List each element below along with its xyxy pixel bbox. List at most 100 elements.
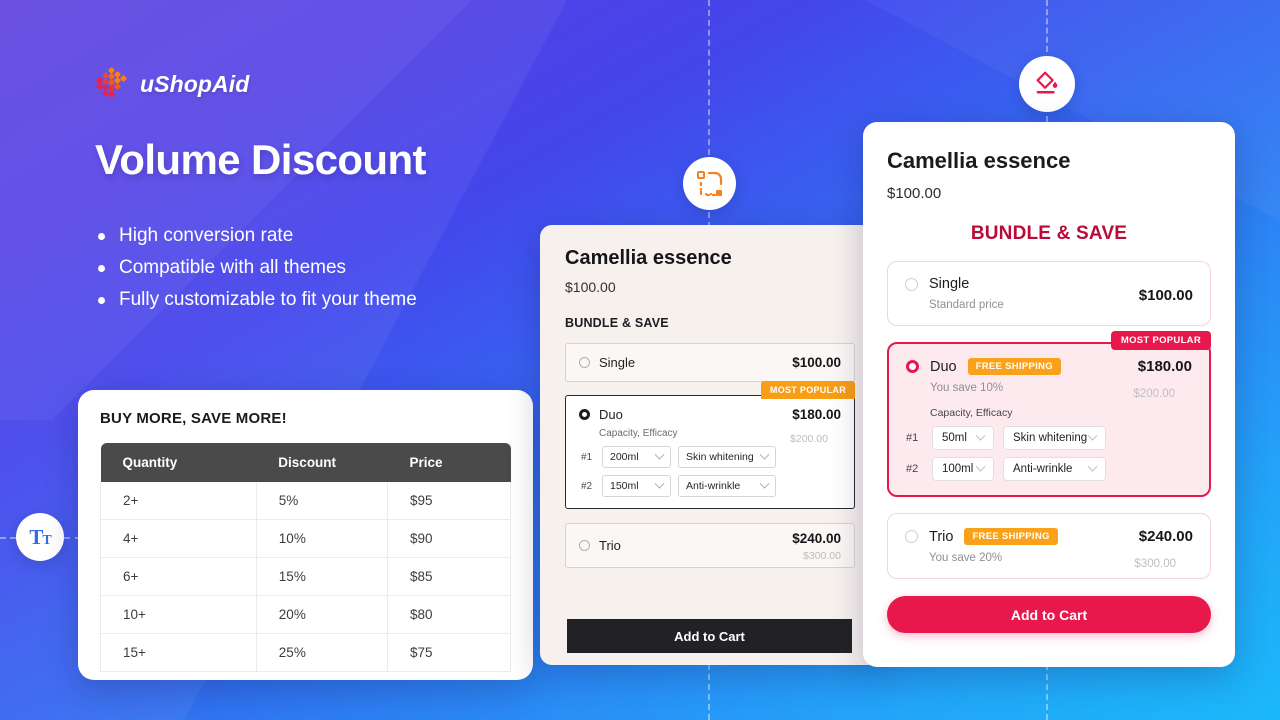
variant-row-2: #2 100ml Anti-wrinkle [906,457,1192,481]
variant-row-2: #2 150ml Anti-wrinkle [581,475,841,497]
volume-discount-table: Quantity Discount Price 2+ 5% $95 4+ 10%… [100,443,512,672]
select-value: 200ml [610,451,639,463]
radio-trio[interactable] [905,530,918,543]
cell-price: $85 [387,557,512,596]
select-value: 100ml [942,463,974,475]
option-price: $240.00 [792,531,841,546]
column-header-price: Price [387,443,511,482]
connector-line [708,0,710,155]
radio-duo[interactable] [906,360,919,373]
option-compare-price: $200.00 [790,433,828,445]
column-header-quantity: Quantity [100,443,257,482]
chevron-down-icon [1087,430,1098,441]
variant-index: #2 [581,480,593,492]
radio-duo[interactable] [579,409,590,420]
variant-index: #1 [581,451,593,463]
paint-bucket-icon [1036,71,1058,94]
cell-discount: 20% [256,595,388,634]
add-to-cart-button-light[interactable]: Add to Cart [567,619,852,653]
shape-corner-radius-icon [696,170,722,196]
add-to-cart-button-pink[interactable]: Add to Cart [887,596,1211,633]
product-title: Camellia essence [565,247,732,269]
chevron-down-icon [654,478,665,489]
option-label: Duo [599,407,623,422]
variant-group-label: Capacity, Efficacy [930,407,1013,419]
select-value: Anti-wrinkle [1013,463,1073,475]
bundle-option-single[interactable]: Single $100.00 Standard price [887,261,1211,326]
free-shipping-badge: FREE SHIPPING [964,528,1058,545]
brand-logo: uShopAid [95,60,655,108]
table-header-row: Quantity Discount Price [100,443,511,482]
radio-single[interactable] [905,277,918,291]
cell-quantity: 15+ [100,633,257,672]
bundle-heading: BUNDLE & SAVE [565,316,669,330]
bundle-option-trio[interactable]: Trio FREE SHIPPING $240.00 You save 20% … [887,513,1211,579]
select-value: 150ml [610,480,639,492]
cell-discount: 5% [256,482,388,520]
bundle-widget-light-card: Camellia essence $100.00 BUNDLE & SAVE S… [540,225,880,665]
cell-quantity: 2+ [100,482,257,520]
cell-quantity: 6+ [100,557,257,596]
efficacy-select-1[interactable]: Skin whitening [1003,426,1106,450]
capacity-select-2[interactable]: 100ml [932,457,994,481]
paint-bucket-icon-button[interactable] [1019,56,1075,112]
connector-line [1046,0,1048,52]
table-title: BUY MORE, SAVE MORE! [100,410,287,427]
cell-price: $95 [387,482,512,520]
product-price: $100.00 [887,185,942,202]
chevron-down-icon [1087,461,1098,472]
select-value: Anti-wrinkle [686,480,741,492]
bundle-widget-pink-card: Camellia essence $100.00 BUNDLE & SAVE S… [863,122,1235,667]
bundle-option-trio[interactable]: Trio $240.00 $300.00 [565,523,855,568]
option-label: Single [599,355,636,370]
capacity-select-1[interactable]: 50ml [932,426,994,450]
variant-row-1: #1 50ml Skin whitening [906,426,1192,450]
table-row: 6+ 15% $85 [100,557,512,596]
most-popular-badge: MOST POPULAR [760,381,855,399]
capacity-select-2[interactable]: 150ml [602,475,671,497]
radio-trio[interactable] [579,540,590,551]
brand-name: uShopAid [140,70,250,97]
option-label: Trio [929,528,954,545]
cell-quantity: 10+ [100,595,257,634]
page-title: Volume Discount [95,136,427,183]
select-value: 50ml [942,432,967,444]
radio-single[interactable] [579,357,590,368]
capacity-select-1[interactable]: 200ml [602,446,671,468]
cell-discount: 15% [256,557,388,596]
bundle-option-duo[interactable]: MOST POPULAR Duo $180.00 Capacity, Effic… [565,381,855,509]
typography-icon-button[interactable]: TT [16,513,64,561]
free-shipping-badge: FREE SHIPPING [967,358,1061,375]
bundle-option-single[interactable]: Single $100.00 [565,343,855,382]
efficacy-select-2[interactable]: Anti-wrinkle [678,475,776,497]
typography-icon: TT [29,524,51,549]
shape-corner-radius-icon-button[interactable] [683,157,736,210]
bundle-option-duo[interactable]: MOST POPULAR Duo FREE SHIPPING $180.00 Y… [887,331,1211,497]
variant-index: #2 [906,463,919,475]
chevron-down-icon [975,430,986,441]
cell-quantity: 4+ [100,519,257,558]
option-compare-price: $300.00 [1134,558,1176,570]
volume-discount-table-card: BUY MORE, SAVE MORE! Quantity Discount P… [78,390,533,680]
most-popular-badge: MOST POPULAR [1110,331,1211,350]
option-compare-price: $200.00 [1133,388,1175,400]
variant-index: #1 [906,432,919,444]
option-price: $240.00 [1138,528,1193,545]
bundle-heading: BUNDLE & SAVE [970,223,1128,244]
select-value: Skin whitening [686,451,754,463]
product-title: Camellia essence [887,148,1071,173]
option-price: $100.00 [792,355,841,370]
option-price: $100.00 [1138,287,1193,304]
table-row: 4+ 10% $90 [100,519,512,558]
product-price: $100.00 [565,279,616,295]
efficacy-select-2[interactable]: Anti-wrinkle [1003,457,1106,481]
option-label: Duo [930,358,957,375]
chevron-down-icon [759,478,770,489]
connector-line [0,537,16,539]
option-label: Single [929,276,970,292]
option-label: Trio [599,538,621,553]
select-value: Skin whitening [1013,432,1088,444]
efficacy-select-1[interactable]: Skin whitening [678,446,776,468]
chevron-down-icon [975,461,986,472]
cell-price: $75 [387,633,512,672]
